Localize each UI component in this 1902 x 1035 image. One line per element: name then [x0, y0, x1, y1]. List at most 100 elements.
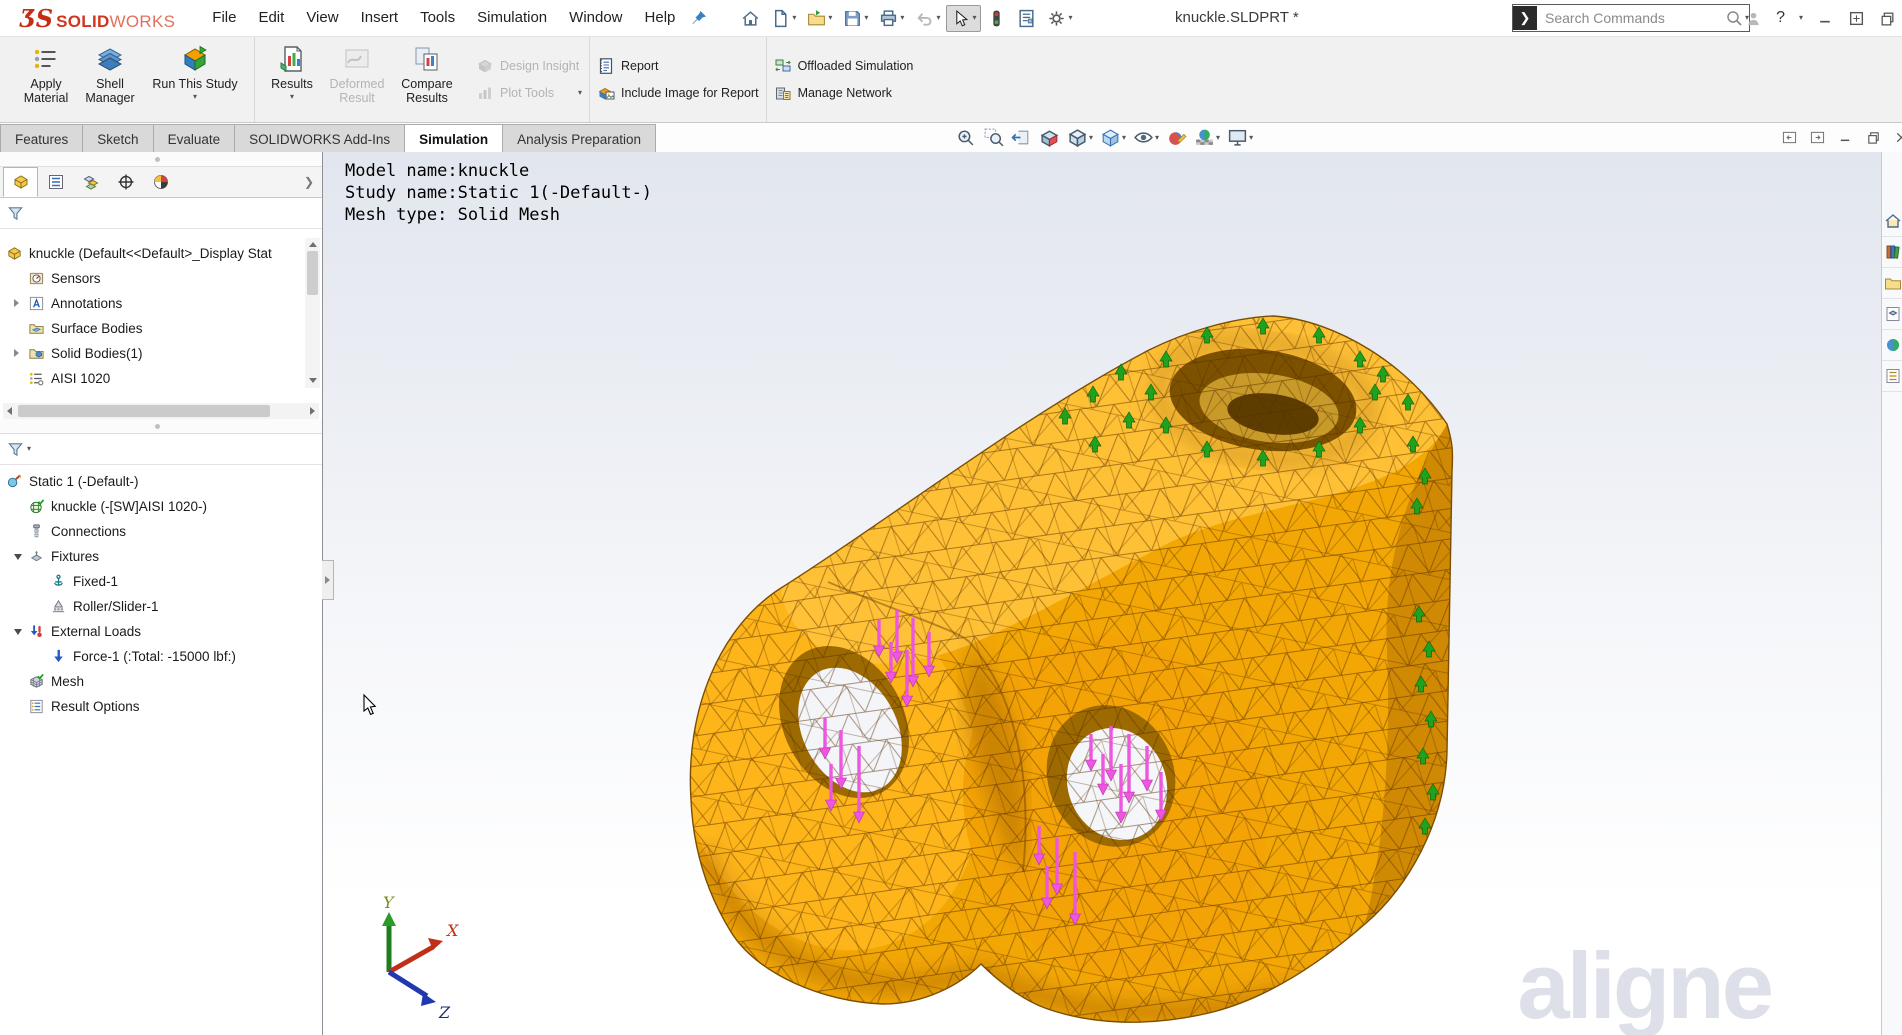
- panel-tab-configurations[interactable]: [73, 167, 108, 197]
- ribbon-apply-material-button[interactable]: Apply Material: [17, 39, 75, 120]
- help-dropdown-icon[interactable]: ▾: [1799, 14, 1803, 22]
- menu-simulation[interactable]: Simulation: [466, 0, 558, 36]
- vertical-scrollbar[interactable]: [305, 238, 320, 388]
- ribbon-design-insight-button[interactable]: Design Insight: [476, 57, 582, 75]
- file-properties-button[interactable]: [1012, 5, 1041, 32]
- menu-view[interactable]: View: [295, 0, 349, 36]
- task-pane-appearances[interactable]: [1882, 330, 1902, 361]
- tab-solidworks-add-ins[interactable]: SOLIDWORKS Add-Ins: [234, 124, 405, 153]
- study-tree-item-connections[interactable]: Connections: [0, 519, 322, 544]
- pin-icon[interactable]: [690, 9, 708, 27]
- ribbon-deformed-result-button[interactable]: Deformed Result: [324, 39, 390, 120]
- task-pane-design-library[interactable]: [1882, 237, 1902, 268]
- menu-help[interactable]: Help: [634, 0, 687, 36]
- minimize-button[interactable]: [1838, 130, 1853, 145]
- panel-splitter[interactable]: [0, 419, 322, 434]
- expander-icon[interactable]: [14, 349, 19, 357]
- minimize-button[interactable]: [1817, 10, 1834, 27]
- study-tree-item-force-1-total-15000-lbf[interactable]: Force-1 (:Total: -15000 lbf:): [0, 644, 322, 669]
- ribbon-results-button[interactable]: Results▾: [264, 39, 320, 120]
- task-pane-view-palette[interactable]: [1882, 299, 1902, 330]
- search-icon[interactable]: [1725, 9, 1743, 27]
- graphics-viewport[interactable]: aligne: [323, 152, 1881, 1035]
- scroll-up-icon[interactable]: [309, 242, 317, 247]
- study-tree-item-static-1-default[interactable]: Static 1 (-Default-): [0, 469, 322, 494]
- tab-analysis-preparation[interactable]: Analysis Preparation: [502, 124, 656, 153]
- feature-tree-filter[interactable]: [0, 198, 322, 229]
- feature-tree-item-sensors[interactable]: Sensors: [0, 266, 322, 291]
- ribbon-include-image-for-report-button[interactable]: Include Image for Report: [597, 84, 759, 102]
- user-account-icon[interactable]: [1745, 10, 1762, 27]
- scrollbar-thumb[interactable]: [18, 405, 270, 417]
- ribbon-manage-network-button[interactable]: Manage Network: [774, 84, 914, 102]
- panel-tab-part-tree[interactable]: [3, 167, 38, 197]
- model-knuckle-mesh[interactable]: Y X Z: [323, 152, 1881, 1035]
- menu-window[interactable]: Window: [558, 0, 633, 36]
- menu-insert[interactable]: Insert: [350, 0, 410, 36]
- zoom-to-fit-button[interactable]: [955, 127, 976, 148]
- ribbon-offloaded-simulation-button[interactable]: Offloaded Simulation: [774, 57, 914, 75]
- ribbon-run-this-study-button[interactable]: Run This Study▾: [145, 39, 245, 120]
- close-button[interactable]: [1894, 130, 1902, 145]
- hide-show-items-button[interactable]: ▾: [1133, 127, 1159, 148]
- undo-button[interactable]: ▾: [910, 5, 945, 32]
- feature-tree-item-aisi-1020[interactable]: AISI 1020: [0, 366, 322, 391]
- tab-sketch[interactable]: Sketch: [82, 124, 153, 153]
- restore-button[interactable]: [1879, 10, 1896, 27]
- apply-scene-button[interactable]: ▾: [1194, 127, 1220, 148]
- knuckle-solid[interactable]: [629, 292, 1473, 1032]
- restore-button[interactable]: [1866, 130, 1881, 145]
- study-tree-item-mesh[interactable]: Mesh: [0, 669, 322, 694]
- search-scope-icon[interactable]: ❯: [1513, 6, 1537, 30]
- scroll-down-icon[interactable]: [309, 378, 317, 383]
- tab-simulation[interactable]: Simulation: [404, 124, 503, 153]
- ribbon-report-button[interactable]: Report: [597, 57, 759, 75]
- horizontal-scrollbar[interactable]: [3, 403, 319, 419]
- simulation-tree-filter[interactable]: ▾: [0, 434, 322, 465]
- pane-left-button[interactable]: [1782, 130, 1797, 145]
- feature-tree-item-solid-bodies-1[interactable]: Solid Bodies(1): [0, 341, 322, 366]
- zoom-to-area-button[interactable]: [983, 127, 1004, 148]
- tab-evaluate[interactable]: Evaluate: [153, 124, 236, 153]
- help-button[interactable]: ?: [1776, 9, 1785, 27]
- scroll-right-icon[interactable]: [310, 407, 315, 415]
- save-button[interactable]: ▾: [838, 5, 873, 32]
- study-tree-item-external-loads[interactable]: External Loads: [0, 619, 322, 644]
- task-pane-custom-properties[interactable]: [1882, 361, 1902, 392]
- view-settings-button[interactable]: ▾: [1227, 127, 1253, 148]
- task-pane-resources[interactable]: [1882, 206, 1902, 237]
- display-style-button[interactable]: ▾: [1100, 127, 1126, 148]
- feature-tree-item-knuckle-default-default-display-stat[interactable]: knuckle (Default<<Default>_Display Stat: [0, 241, 322, 266]
- study-tree-item-knuckle-sw-aisi-1020[interactable]: knuckle (-[SW]AISI 1020-): [0, 494, 322, 519]
- rebuild-button[interactable]: [982, 5, 1011, 32]
- maximize-button[interactable]: [1848, 10, 1865, 27]
- home-button[interactable]: [736, 5, 765, 32]
- menu-edit[interactable]: Edit: [247, 0, 295, 36]
- new-document-button[interactable]: ▾: [766, 5, 801, 32]
- edit-appearance-button[interactable]: [1166, 127, 1187, 148]
- expander-icon[interactable]: [14, 629, 22, 635]
- menu-file[interactable]: File: [201, 0, 247, 36]
- task-pane-file-explorer[interactable]: [1882, 268, 1902, 299]
- tab-features[interactable]: Features: [0, 124, 83, 153]
- study-tree-item-fixtures[interactable]: Fixtures: [0, 544, 322, 569]
- panel-tab-property-manager[interactable]: [38, 167, 73, 197]
- select-button[interactable]: ▾: [946, 5, 981, 32]
- section-view-button[interactable]: [1039, 127, 1060, 148]
- scrollbar-thumb[interactable]: [307, 251, 318, 295]
- panel-tab-display-manager[interactable]: [143, 167, 178, 197]
- ribbon-plot-tools-button[interactable]: Plot Tools▾: [476, 84, 582, 102]
- panel-splitter[interactable]: [0, 152, 322, 167]
- pane-right-button[interactable]: [1810, 130, 1825, 145]
- previous-view-button[interactable]: [1011, 127, 1032, 148]
- panel-flyout-icon[interactable]: ❯: [304, 175, 314, 189]
- study-tree-item-result-options[interactable]: Result Options: [0, 694, 322, 719]
- panel-collapse-handle[interactable]: [322, 560, 334, 600]
- expander-icon[interactable]: [14, 299, 19, 307]
- search-input[interactable]: Search Commands: [1537, 10, 1725, 26]
- print-button[interactable]: ▾: [874, 5, 909, 32]
- ribbon-shell-manager-button[interactable]: Shell Manager: [79, 39, 141, 120]
- expander-icon[interactable]: [14, 554, 22, 560]
- panel-tab-dimxpert[interactable]: [108, 167, 143, 197]
- options-button[interactable]: ▾: [1042, 5, 1077, 32]
